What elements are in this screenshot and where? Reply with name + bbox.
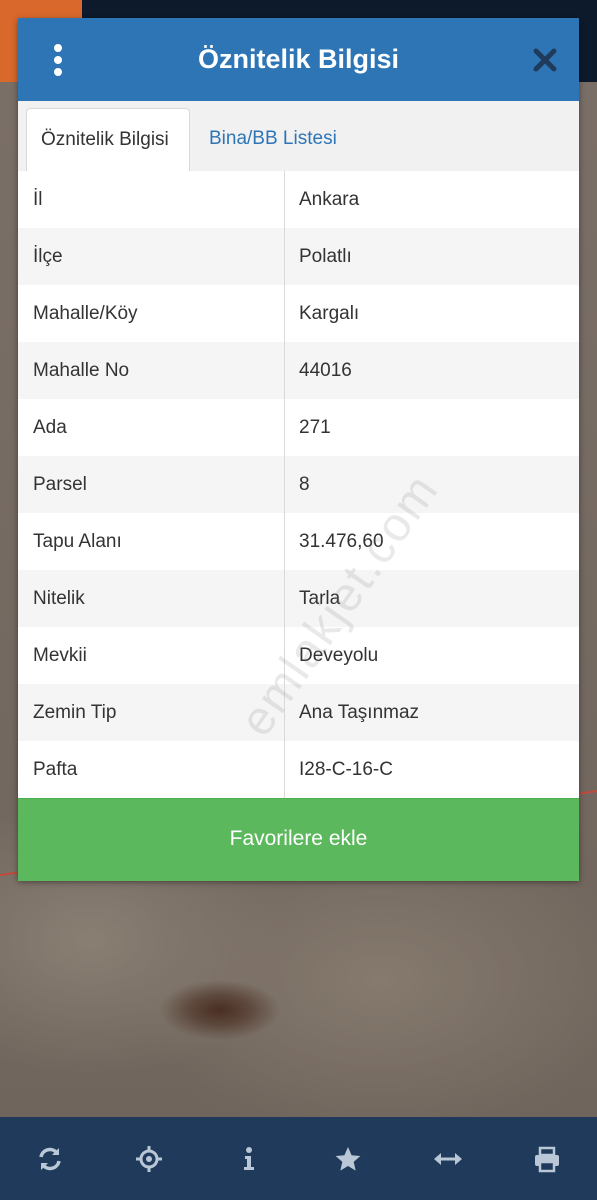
table-row: Pafta I28-C-16-C [18,741,579,799]
star-icon [335,1146,361,1171]
attribute-value: 44016 [299,360,352,381]
table-row: İlçe Polatlı [18,228,579,286]
attribute-key: Pafta [18,741,285,798]
attribute-value: Polatlı [299,246,352,267]
dialog-header: Öznitelik Bilgisi [18,18,579,101]
attribute-value: Ana Taşınmaz [299,702,420,723]
attribute-value: I28-C-16-C [299,759,393,780]
attribute-key: Mevkii [18,627,285,684]
print-button[interactable] [522,1134,572,1184]
attribute-key: İlçe [18,228,285,285]
refresh-icon [39,1147,61,1170]
add-to-favorites-button[interactable]: Favorilere ekle [18,798,579,881]
attribute-value: 271 [299,417,331,438]
attribute-key: Parsel [18,456,285,513]
attribute-value: Kargalı [299,303,360,324]
attribute-value: 31.476,60 [299,531,384,552]
attribute-value: Ankara [299,189,360,210]
menu-icon[interactable] [49,44,67,76]
attribute-key: İl [18,171,285,228]
tab-attribute-info[interactable]: Öznitelik Bilgisi [26,108,190,172]
locate-button[interactable] [124,1134,174,1184]
attribute-key: Mahalle No [18,342,285,399]
table-row: Tapu Alanı 31.476,60 [18,513,579,571]
table-row: Parsel 8 [18,456,579,514]
refresh-button[interactable] [25,1134,75,1184]
attribute-key: Zemin Tip [18,684,285,741]
attribute-key: Ada [18,399,285,456]
attribute-value: 8 [299,474,310,495]
table-row: Nitelik Tarla [18,570,579,628]
attribute-value: Tarla [299,588,341,609]
favorites-button[interactable] [323,1134,373,1184]
tab-building-list[interactable]: Bina/BB Listesi [195,108,351,171]
table-row: Mevkii Deveyolu [18,627,579,685]
info-icon [243,1146,254,1170]
attribute-key: Nitelik [18,570,285,627]
bottom-toolbar [0,1117,597,1200]
attribute-dialog: Öznitelik Bilgisi Öznitelik Bilgisi Bina… [18,18,579,881]
print-icon [535,1146,560,1172]
table-row: Mahalle/Köy Kargalı [18,285,579,343]
table-row: Ada 271 [18,399,579,457]
measure-button[interactable] [423,1134,473,1184]
attribute-key: Tapu Alanı [18,513,285,570]
measure-icon [433,1152,462,1165]
table-row: Zemin Tip Ana Taşınmaz [18,684,579,742]
info-button[interactable] [224,1134,274,1184]
table-row: Mahalle No 44016 [18,342,579,400]
attribute-key: Mahalle/Köy [18,285,285,342]
table-row: İl Ankara [18,171,579,229]
locate-icon [136,1145,163,1172]
close-icon[interactable] [531,46,559,74]
dialog-title: Öznitelik Bilgisi [197,44,400,74]
attribute-value: Deveyolu [299,645,379,666]
